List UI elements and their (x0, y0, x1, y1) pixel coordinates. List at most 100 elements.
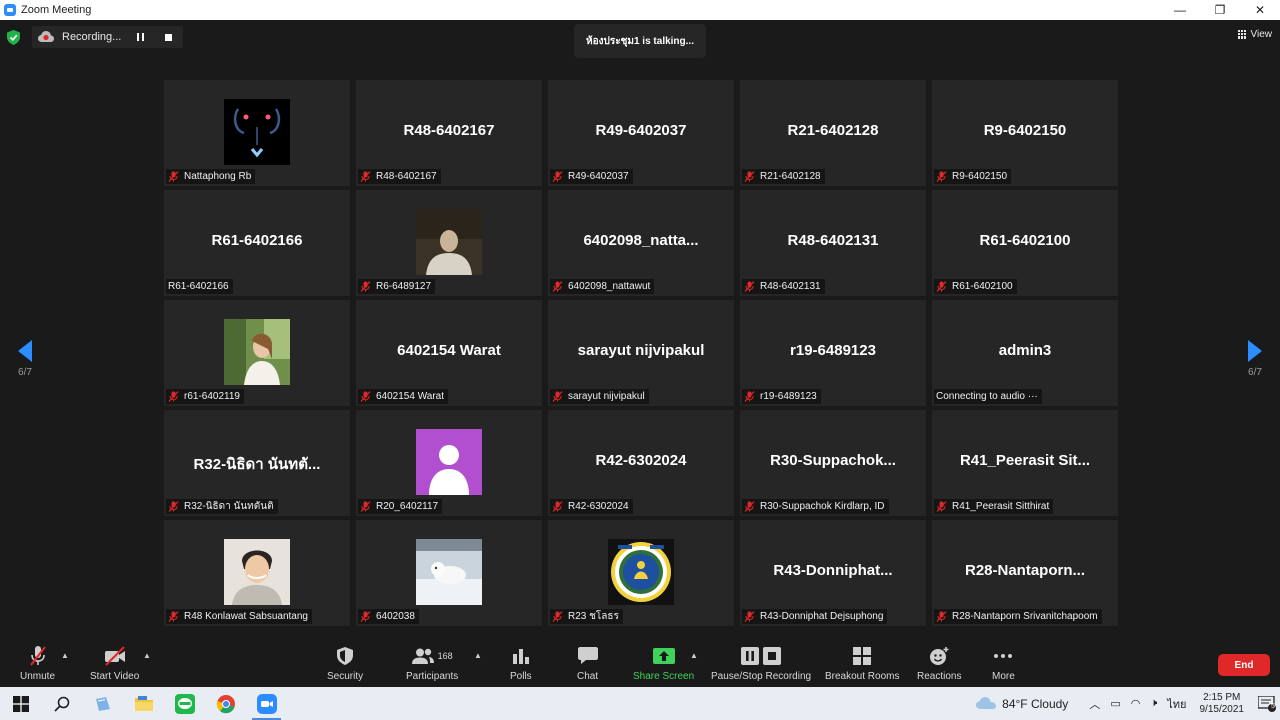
encryption-shield-icon[interactable] (6, 29, 20, 45)
participant-avatar (416, 429, 482, 495)
breakout-rooms-button[interactable]: Breakout Rooms (825, 645, 899, 682)
taskbar-search-button[interactable] (41, 687, 82, 720)
next-page-button[interactable]: 6/7 (1240, 340, 1270, 378)
participant-tile[interactable]: R42-6302024 R42-6302024 (548, 410, 734, 516)
taskbar-app-line[interactable] (164, 687, 205, 720)
volume-muted-icon[interactable]: 🕨 (1150, 697, 1157, 710)
show-hidden-icons-chevron-icon[interactable]: ︿ (1089, 696, 1100, 712)
participants-button[interactable]: 168 Participants (406, 645, 458, 682)
mic-muted-icon (168, 611, 179, 622)
breakout-grid-icon (853, 645, 872, 667)
video-options-chevron-icon[interactable]: ▲ (143, 651, 151, 660)
unmute-label: Unmute (20, 671, 56, 682)
participant-tile[interactable]: Nattaphong Rb (164, 80, 350, 186)
participant-tile[interactable]: R61-6402166 R61-6402166 (164, 190, 350, 296)
reactions-button[interactable]: Reactions (917, 645, 961, 682)
participant-tile[interactable]: R9-6402150 R9-6402150 (932, 80, 1118, 186)
weather-widget[interactable]: 84°F Cloudy (976, 697, 1068, 711)
participant-tile[interactable]: R30-Suppachok... R30-Suppachok Kirdlarp, … (740, 410, 926, 516)
participant-tile[interactable]: R23 ชโลธร (548, 520, 734, 626)
share-screen-button[interactable]: Share Screen (633, 645, 694, 682)
pause-icon (136, 33, 144, 41)
weather-text: 84°F Cloudy (1002, 696, 1069, 711)
participant-name-tag: R42-6302024 (550, 499, 633, 514)
audio-options-chevron-icon[interactable]: ▲ (61, 651, 69, 660)
participant-tile[interactable]: R28-Nantaporn... R28-Nantaporn Srivanitch… (932, 520, 1118, 626)
polls-button[interactable]: Polls (510, 645, 532, 682)
participant-name: r61-6402119 (184, 391, 240, 402)
participant-tile[interactable]: R32-นิธิดา นันทตั... R32-นิธิดา นันทตันติ (164, 410, 350, 516)
participant-display-name: 6402154 Warat (397, 342, 501, 359)
smiley-plus-icon (929, 645, 949, 667)
wifi-icon[interactable]: ◠ (1131, 697, 1141, 710)
participant-tile[interactable]: R20_6402117 (356, 410, 542, 516)
notification-count: 5 (1271, 703, 1275, 710)
participant-tile[interactable]: R43-Donniphat... R43-Donniphat Dejsuphong (740, 520, 926, 626)
view-button[interactable]: View (1237, 26, 1272, 42)
taskbar-clock[interactable]: 2:15 PM 9/15/2021 (1200, 692, 1245, 716)
chat-button[interactable]: Chat (577, 645, 598, 682)
system-tray: 84°F Cloudy ︿ ▭ ◠ 🕨 ไทย 2:15 PM 9/15/202… (976, 687, 1280, 720)
more-label: More (992, 671, 1015, 682)
mic-muted-icon (936, 171, 947, 182)
participant-tile[interactable]: 6402098_natta... 6402098_nattawut (548, 190, 734, 296)
participant-name-tag: r61-6402119 (166, 389, 244, 404)
participant-tile[interactable]: R6-6489127 (356, 190, 542, 296)
zoom-app-icon (4, 4, 16, 16)
end-meeting-button[interactable]: End (1218, 654, 1270, 676)
stop-icon (164, 33, 172, 41)
stop-recording-button[interactable] (159, 28, 177, 46)
mic-muted-icon (28, 645, 48, 667)
participant-tile[interactable]: R48-6402167 R48-6402167 (356, 80, 542, 186)
previous-page-button[interactable]: 6/7 (10, 340, 40, 378)
participant-tile[interactable]: R41_Peerasit Sit... R41_Peerasit Sitthira… (932, 410, 1118, 516)
more-button[interactable]: More (992, 645, 1015, 682)
participants-icon (411, 648, 434, 664)
participant-tile[interactable]: 6402154 Warat 6402154 Warat (356, 300, 542, 406)
participant-display-name: admin3 (998, 342, 1052, 359)
maximize-button[interactable]: ❐ (1200, 0, 1240, 20)
participant-avatar (416, 209, 482, 275)
participant-name: R61-6402100 (952, 281, 1013, 292)
participant-name-tag: R9-6402150 (934, 169, 1012, 184)
share-options-chevron-icon[interactable]: ▲ (690, 651, 698, 660)
participant-avatar (416, 539, 482, 605)
participant-tile[interactable]: r19-6489123 r19-6489123 (740, 300, 926, 406)
participant-name: R30-Suppachok Kirdlarp, ID (760, 501, 885, 512)
battery-icon[interactable]: ▭ (1110, 697, 1120, 710)
start-button[interactable] (0, 687, 41, 720)
participant-avatar (608, 539, 674, 605)
taskbar-app-notes[interactable] (82, 687, 123, 720)
taskbar-app-chrome[interactable] (205, 687, 246, 720)
participant-tile[interactable]: R61-6402100 R61-6402100 (932, 190, 1118, 296)
arrow-right-icon (1248, 340, 1262, 362)
participant-tile[interactable]: R21-6402128 R21-6402128 (740, 80, 926, 186)
minimize-button[interactable]: — (1160, 0, 1200, 20)
participant-name-tag: 6402038 (358, 609, 419, 624)
participant-tile[interactable]: sarayut nijvipakul sarayut nijvipakul (548, 300, 734, 406)
participant-tile[interactable]: admin3 Connecting to audio ··· (932, 300, 1118, 406)
action-center-button[interactable]: 5 (1254, 687, 1280, 720)
taskbar-app-zoom[interactable] (246, 687, 287, 720)
participant-tile[interactable]: r61-6402119 (164, 300, 350, 406)
participant-tile[interactable]: R49-6402037 R49-6402037 (548, 80, 734, 186)
mic-muted-icon (744, 611, 755, 622)
start-video-button[interactable]: Start Video (90, 645, 139, 682)
unmute-button[interactable]: Unmute (20, 645, 55, 682)
mic-muted-icon (360, 501, 371, 512)
close-button[interactable]: ✕ (1240, 0, 1280, 20)
participant-display-name: R61-6402166 (211, 232, 303, 249)
page-indicator-left: 6/7 (18, 367, 32, 378)
participant-tile[interactable]: R48-6402131 R48-6402131 (740, 190, 926, 296)
windows-logo-icon (12, 695, 29, 712)
participant-tile[interactable]: 6402038 (356, 520, 542, 626)
pause-stop-recording-button[interactable]: Pause/Stop Recording (711, 645, 811, 682)
input-language[interactable]: ไทย (1167, 695, 1186, 713)
participant-name: R41_Peerasit Sitthirat (952, 501, 1050, 512)
participant-tile[interactable]: R48 Konlawat Sabsuantang (164, 520, 350, 626)
line-app-icon (174, 693, 195, 714)
pause-recording-button[interactable] (131, 28, 149, 46)
participants-options-chevron-icon[interactable]: ▲ (474, 651, 482, 660)
security-button[interactable]: Security (327, 645, 363, 682)
taskbar-app-file-explorer[interactable] (123, 687, 164, 720)
